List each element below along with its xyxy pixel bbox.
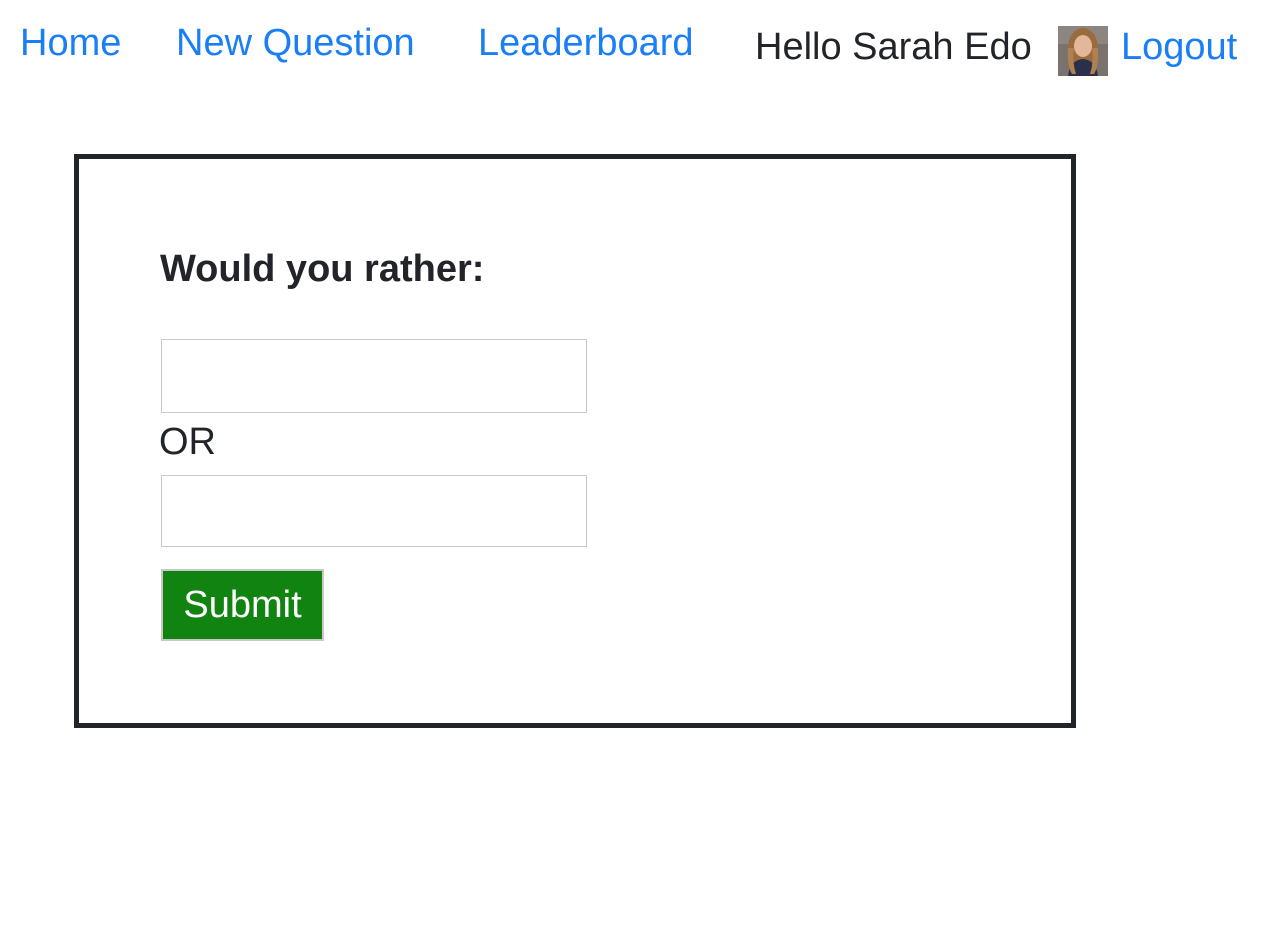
top-nav: Home New Question Leaderboard Hello Sara… <box>0 0 1288 90</box>
option-two-input[interactable] <box>161 475 587 547</box>
submit-button[interactable]: Submit <box>161 569 324 641</box>
nav-home-link[interactable]: Home <box>20 24 121 62</box>
logout-link[interactable]: Logout <box>1121 28 1237 66</box>
or-separator: OR <box>159 421 216 463</box>
option-one-input[interactable] <box>161 339 587 413</box>
nav-new-question-link[interactable]: New Question <box>176 24 415 62</box>
card-title: Would you rather: <box>160 248 485 290</box>
new-question-card: Would you rather: OR Submit <box>74 154 1076 728</box>
user-avatar-icon <box>1058 26 1108 76</box>
avatar <box>1058 26 1108 76</box>
nav-leaderboard-link[interactable]: Leaderboard <box>478 24 694 62</box>
user-greeting: Hello Sarah Edo <box>755 26 1032 68</box>
